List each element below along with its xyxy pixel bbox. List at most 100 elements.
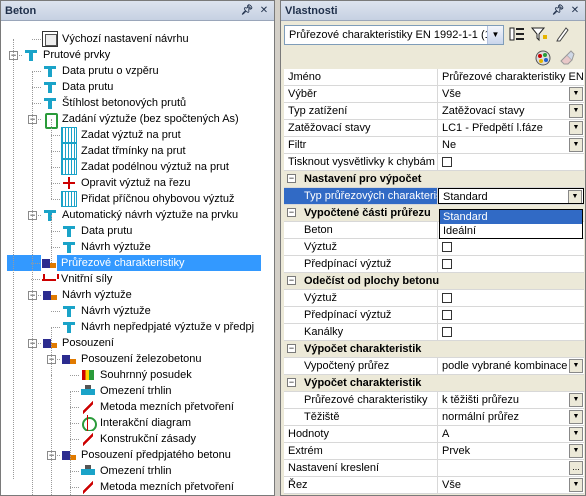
property-row[interactable]: Těžiště normální průřez ▼ (284, 409, 584, 426)
tree-item[interactable]: Návrh výztuže (61, 239, 152, 255)
chevron-down-icon[interactable]: ▼ (569, 87, 583, 101)
tree-item[interactable]: Zadat výztuž na prut (61, 127, 182, 143)
property-checkbox[interactable] (442, 327, 452, 337)
property-category[interactable]: − Výpočet charakteristik (284, 375, 584, 392)
property-value[interactable]: Zatěžovací stavy ▼ (438, 103, 584, 119)
tree-item[interactable]: Souhrnný posudek (80, 367, 193, 383)
property-row[interactable]: Předpínací výztuž (284, 307, 584, 324)
pin-icon[interactable]: 📌︎ (551, 4, 565, 18)
tree-item[interactable]: Interakční diagram (80, 415, 192, 432)
collapse-category-icon[interactable]: − (287, 378, 296, 387)
property-value[interactable]: normální průřez ▼ (438, 409, 584, 425)
tree-item[interactable]: Opravit výztuž na řezu (61, 175, 191, 191)
collapse-category-icon[interactable]: − (287, 174, 296, 183)
collapse-category-icon[interactable]: − (287, 344, 296, 353)
tree-item[interactable]: Automatický návrh výztuže na prvku (42, 207, 239, 223)
chevron-down-icon[interactable]: ▼ (569, 410, 583, 424)
property-value[interactable]: Vše ▼ (438, 477, 584, 493)
property-value[interactable] (438, 239, 584, 255)
property-value[interactable] (438, 324, 584, 340)
tree-item[interactable]: Metoda mezních přetvoření (80, 479, 235, 495)
filter-icon[interactable] (529, 25, 549, 45)
property-value[interactable]: podle vybrané kombinace ▼ (438, 358, 584, 374)
color-palette-icon[interactable] (533, 49, 553, 69)
chevron-down-icon[interactable]: ▼ (569, 444, 583, 458)
tree-item[interactable]: Omezení trhlin (80, 383, 173, 399)
property-category[interactable]: − Odečíst od plochy betonu (284, 273, 584, 290)
property-row[interactable]: Tisknout vysvětlivky k chybám (284, 154, 584, 171)
collapse-category-icon[interactable]: − (287, 276, 296, 285)
tree-item[interactable]: Štíhlost betonových prutů (42, 95, 187, 111)
property-category[interactable]: − Výpočet charakteristik (284, 341, 584, 358)
ellipsis-button[interactable]: ... (569, 461, 583, 475)
property-row[interactable]: Kanálky (284, 324, 584, 341)
tree-item[interactable]: Zadat třmínky na prut (61, 143, 187, 159)
pin-icon[interactable]: 📌︎ (240, 4, 254, 18)
property-checkbox[interactable] (442, 242, 452, 252)
property-checkbox[interactable] (442, 259, 452, 269)
tree-item[interactable]: Metoda mezních přetvoření (80, 399, 235, 415)
property-checkbox[interactable] (442, 310, 452, 320)
property-value[interactable]: Vše ▼ (438, 86, 584, 102)
property-row[interactable]: Filtr Ne ▼ (284, 137, 584, 154)
object-selector-combo[interactable]: Průřezové charakteristiky EN 1992-1-1 (1… (284, 25, 504, 45)
property-row[interactable]: Hodnoty A ▼ (284, 426, 584, 443)
tree-item[interactable]: Zadání výztuže (bez spočtených As) (42, 111, 240, 129)
property-row[interactable]: Průřezové charakteristiky k těžišti průře… (284, 392, 584, 409)
tree-item[interactable]: Průřezové charakteristiky (7, 255, 261, 271)
property-value[interactable]: Ne ▼ (438, 137, 584, 153)
tree-item[interactable]: Posouzení železobetonu (61, 351, 202, 367)
tree-item[interactable]: Posouzení předpjatého betonu (61, 447, 232, 463)
property-value[interactable] (438, 256, 584, 272)
tree-item[interactable]: Data prutu (61, 223, 133, 239)
property-value[interactable]: Standard ▼ (438, 188, 584, 204)
tree-item[interactable]: Návrh nepředpjaté výztuže v předpj (61, 319, 255, 335)
chevron-down-icon[interactable]: ▼ (568, 190, 582, 203)
edit-icon[interactable] (553, 25, 573, 45)
property-value[interactable]: A ▼ (438, 426, 584, 442)
property-row[interactable]: Zatěžovací stavy LC1 - Předpětí l.fáze ▼ (284, 120, 584, 137)
chevron-down-icon[interactable]: ▼ (487, 26, 503, 44)
tree-item[interactable]: Prutové prvky (23, 47, 111, 63)
property-value[interactable] (438, 290, 584, 306)
chevron-down-icon[interactable]: ▼ (569, 121, 583, 135)
chevron-down-icon[interactable]: ▼ (569, 359, 583, 373)
property-value[interactable]: Prvek ▼ (438, 443, 584, 459)
property-category[interactable]: − Nastavení pro výpočet (284, 171, 584, 188)
property-row[interactable]: Typ zatížení Zatěžovací stavy ▼ (284, 103, 584, 120)
tree-item[interactable]: Konstrukční zásady (80, 431, 197, 447)
property-row[interactable]: Vypočtený průřez podle vybrané kombinace ▼ (284, 358, 584, 375)
property-value[interactable]: LC1 - Předpětí l.fáze ▼ (438, 120, 584, 136)
property-row[interactable]: Výztuž (284, 239, 584, 256)
property-row[interactable]: Extrém Prvek ▼ (284, 443, 584, 460)
chevron-down-icon[interactable]: ▼ (569, 104, 583, 118)
property-value[interactable] (438, 307, 584, 323)
tree-item[interactable]: Omezení trhlin (80, 463, 173, 479)
dropdown-option-standard[interactable]: Standard (440, 210, 582, 224)
tree-item[interactable]: Návrh výztuže (61, 303, 152, 319)
property-row[interactable]: Typ průřezových charakteristik Standard ▼ (284, 188, 584, 205)
tree-item[interactable]: Vnitřní síly (41, 271, 113, 287)
clear-icon[interactable] (557, 49, 577, 69)
chevron-down-icon[interactable]: ▼ (569, 138, 583, 152)
property-row[interactable]: Nastavení kreslení... (284, 460, 584, 477)
close-icon[interactable]: ✕ (257, 4, 271, 18)
close-icon[interactable]: ✕ (568, 4, 582, 18)
property-value[interactable] (438, 154, 584, 170)
dropdown-option-idealni[interactable]: Ideální (440, 224, 582, 238)
select-by-type-icon[interactable] (507, 25, 527, 45)
tree-item[interactable]: Posouzení (42, 335, 115, 351)
tree-item[interactable]: Návrh výztuže (42, 287, 133, 303)
collapse-category-icon[interactable]: − (287, 208, 296, 217)
property-row[interactable]: Předpínací výztuž (284, 256, 584, 273)
property-value[interactable]: Průřezové charakteristiky EN 1992-1-1 (1… (438, 69, 584, 85)
property-value[interactable]: ... (438, 460, 584, 476)
property-checkbox[interactable] (442, 157, 452, 167)
property-row[interactable]: Jméno Průřezové charakteristiky EN 1992-1… (284, 69, 584, 86)
tree-item[interactable]: Přidat příčnou ohybovou výztuž (61, 191, 235, 207)
tree-item[interactable]: Výchozí nastavení návrhu (42, 31, 190, 47)
tree-item[interactable]: Data prutu o vzpěru (42, 63, 160, 79)
property-row[interactable]: Řez Vše ▼ (284, 477, 584, 494)
property-checkbox[interactable] (442, 293, 452, 303)
chevron-down-icon[interactable]: ▼ (569, 478, 583, 492)
